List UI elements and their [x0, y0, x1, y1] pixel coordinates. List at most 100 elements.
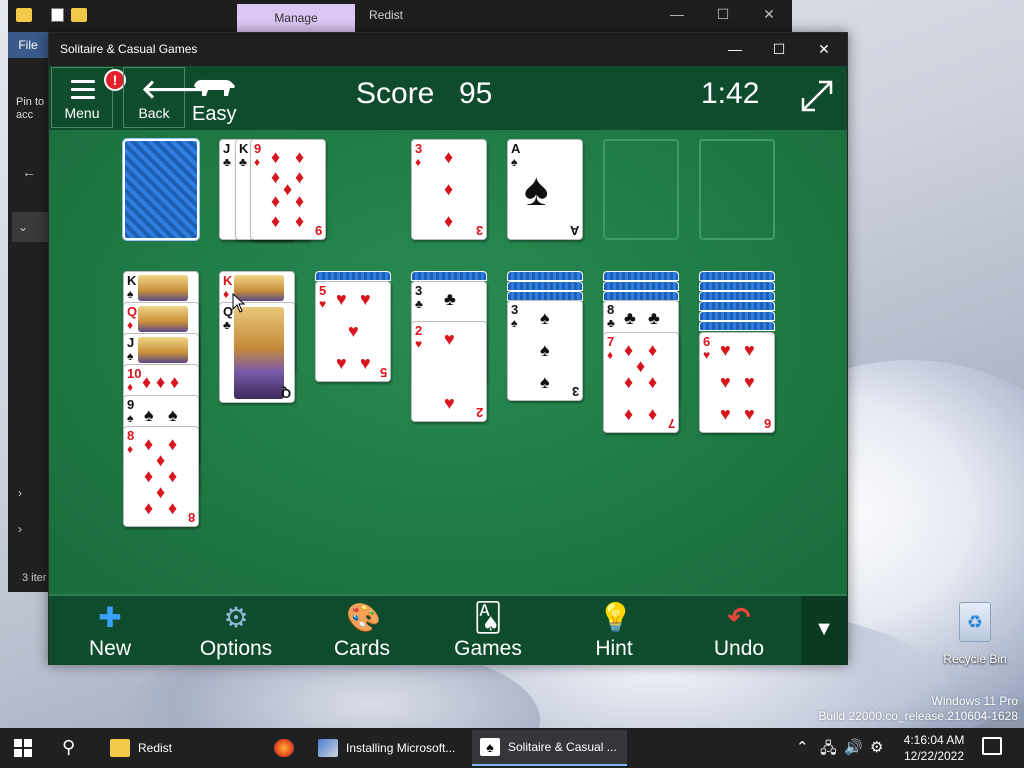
close-button[interactable]: ✕ [802, 38, 846, 60]
notification-icon[interactable] [982, 737, 1002, 755]
card-rank-corner: 8 [187, 510, 195, 525]
games-button[interactable]: 🂡 Games [438, 600, 538, 662]
card-suit: ♦ [127, 380, 134, 394]
foundation-pile-2[interactable]: A ♠ ♠ A [507, 139, 583, 240]
chevron-up-icon[interactable]: ⌃ [796, 738, 809, 756]
taskbar-item-installer[interactable]: Installing Microsoft... [314, 730, 464, 766]
card-rank-corner: 5 [379, 365, 387, 380]
folder-icon[interactable] [16, 8, 32, 22]
card-rank-corner: A [569, 223, 579, 238]
lightbulb-icon: 💡 [598, 602, 633, 633]
card-rank-corner: 6 [763, 416, 771, 431]
options-label: Options [199, 637, 273, 660]
card-rank-corner: 3 [475, 223, 483, 238]
card-suit: ♣ [607, 316, 615, 330]
solitaire-titlebar[interactable]: Solitaire & Casual Games — ☐ ✕ [49, 33, 847, 66]
taskbar-item-firefox[interactable] [266, 730, 306, 766]
clock-date: 12/22/2022 [903, 749, 965, 763]
card-suit: ♦ [127, 318, 134, 332]
card-suit: ♦ [415, 155, 422, 169]
menu-button[interactable]: Menu ! [51, 67, 126, 128]
foundation-pile-4[interactable] [699, 139, 775, 240]
tableau-card[interactable]: 5 ♥ ♥ ♥ ♥ ♥ ♥ 5 [315, 281, 391, 382]
back-label: Back [138, 105, 170, 121]
volume-icon[interactable]: 🔊 [844, 738, 863, 756]
explorer-maximize-button[interactable]: ☐ [708, 6, 738, 23]
manage-tab[interactable]: Manage [237, 4, 355, 32]
taskbar-clock[interactable]: 4:16:04 AM 12/22/2022 [902, 732, 966, 764]
foundation-pile-1[interactable]: 3 ♦ ♦ ♦ ♦ 3 [411, 139, 487, 240]
face-down-card [699, 271, 775, 281]
taskbar-item-redist[interactable]: Redist [104, 730, 254, 766]
card-suit: ♣ [415, 297, 423, 311]
foundation-pile-3[interactable] [603, 139, 679, 240]
new-game-button[interactable]: ✚ New [60, 600, 160, 662]
tableau-card[interactable]: Q ♣ Q [219, 302, 295, 403]
face-down-card [603, 281, 679, 291]
hint-button[interactable]: 💡 Hint [564, 600, 664, 662]
minimize-button[interactable]: — [713, 38, 757, 60]
gear-icon[interactable]: ⚙ [870, 738, 883, 756]
chevron-down-icon[interactable]: ⌄ [18, 220, 28, 234]
stock-pile[interactable] [123, 139, 199, 240]
face-down-card [603, 271, 679, 281]
card-rank: 9 [254, 141, 262, 156]
undo-label: Undo [713, 637, 765, 660]
card-rank: 9 [127, 397, 135, 412]
maximize-button[interactable]: ☐ [757, 38, 801, 60]
expand-icon[interactable] [799, 78, 835, 114]
chevron-right-icon[interactable]: › [18, 486, 22, 500]
new-folder-icon[interactable] [71, 8, 87, 22]
game-header: Menu ! 🡐 Back Easy Score 95 1:42 [49, 66, 847, 130]
undo-button[interactable]: ↶ Undo [689, 600, 789, 662]
card-suit: ♥ [415, 337, 423, 351]
face-down-card [507, 281, 583, 291]
tableau-card[interactable]: 7 ♦ ♦ ♦ ♦ ♦ ♦ ♦ ♦ 7 [603, 332, 679, 433]
task-label: Installing Microsoft... [346, 741, 456, 755]
hamburger-icon [71, 80, 95, 104]
card-rank: 3 [511, 302, 519, 317]
network-icon[interactable]: 🖧 [820, 738, 837, 763]
explorer-titlebar[interactable]: Manage Redist — ☐ ✕ [8, 0, 792, 32]
menu-label: Menu [64, 105, 100, 121]
cards-button[interactable]: 🎨 Cards [312, 600, 412, 662]
recycle-bin[interactable]: ♻ Recycle Bin [940, 602, 1010, 672]
file-tab[interactable]: File [8, 32, 48, 58]
card-suit: ♣ [223, 155, 231, 169]
card-rank-corner: Q [280, 386, 291, 401]
tableau-card[interactable]: 3 ♠ ♠ ♠ ♠ 3 [507, 300, 583, 401]
card-suit: ♠ [127, 411, 134, 425]
waste-top-card[interactable]: 9 ♦ ♦ ♦ ♦ ♦ ♦ ♦ ♦ ♦ ♦ 9 [250, 139, 326, 240]
explorer-minimize-button[interactable]: — [662, 6, 692, 22]
search-icon[interactable]: ⚲ [62, 737, 75, 758]
taskbar-item-solitaire[interactable]: ♠ Solitaire & Casual ... [472, 730, 627, 766]
toolbar-expand-button[interactable]: ▼ [801, 596, 847, 665]
solitaire-window[interactable]: Solitaire & Casual Games — ☐ ✕ Menu ! 🡐 … [48, 32, 848, 665]
windows-start-icon[interactable] [14, 739, 32, 757]
taskbar: ⚲ Redist Installing Microsoft... ♠ Solit… [0, 728, 1024, 768]
card-rank-corner: 7 [667, 416, 675, 431]
properties-icon[interactable] [51, 8, 64, 22]
options-button[interactable]: ⚙ Options [186, 600, 286, 662]
card-suit: ♦ [607, 348, 614, 362]
recycle-bin-label: Recycle Bin [943, 652, 1007, 666]
back-arrow-icon[interactable]: ← [22, 164, 36, 180]
card-rank: Q [127, 304, 138, 319]
explorer-title: Redist [369, 8, 404, 22]
undo-icon: ↶ [727, 602, 751, 633]
back-button[interactable]: 🡐 Back [123, 67, 211, 128]
tableau-card[interactable]: 8 ♦ ♦ ♦ ♦ ♦ ♦ ♦ ♦ ♦ 8 [123, 426, 199, 527]
explorer-close-button[interactable]: ✕ [754, 6, 784, 23]
card-rank: 6 [703, 334, 711, 349]
task-label: Redist [138, 741, 173, 755]
difficulty-label: Easy [192, 103, 237, 125]
tableau-card[interactable]: 2 ♥ ♥ ♥ 2 [411, 321, 487, 422]
polar-bear-icon [194, 79, 235, 96]
card-suit: ♦ [223, 287, 230, 301]
chevron-right-icon[interactable]: › [18, 522, 22, 536]
card-rank-corner: 3 [571, 384, 579, 399]
tableau-card[interactable]: 6 ♥ ♥ ♥ ♥ ♥ ♥ ♥ 6 [699, 332, 775, 433]
card-rank: J [127, 335, 135, 350]
card-rank: K [223, 273, 233, 288]
card-suit: ♠ [511, 316, 518, 330]
